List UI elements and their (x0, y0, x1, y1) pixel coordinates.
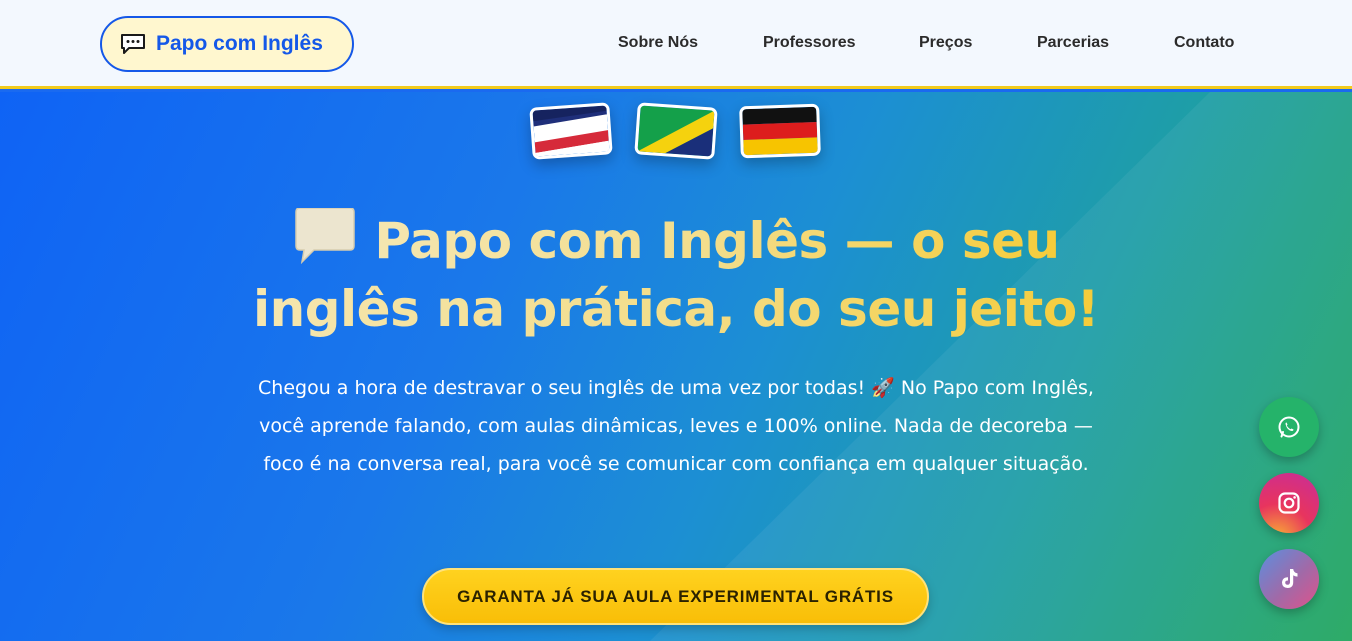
hero-subtitle: Chegou a hora de destravar o seu inglês … (258, 377, 1094, 475)
brazil-flag-icon (634, 102, 718, 160)
speech-bubble-icon (121, 34, 145, 54)
trial-class-cta-button[interactable]: GARANTA JÁ SUA AULA EXPERIMENTAL GRÁTIS (422, 568, 929, 625)
instagram-button[interactable] (1259, 473, 1319, 533)
hero-headline: Papo com Inglês — o seu inglês na prátic… (176, 207, 1176, 343)
headline-line-1: Papo com Inglês — o seu (374, 212, 1060, 270)
whatsapp-button[interactable] (1259, 397, 1319, 457)
logo-text: Papo com Inglês (156, 32, 323, 55)
flags-row (0, 102, 1352, 160)
nav-precos[interactable]: Preços (919, 34, 972, 52)
nav-contato[interactable]: Contato (1174, 34, 1234, 52)
hero-section: Papo com Inglês — o seu inglês na prátic… (0, 92, 1352, 641)
headline-line-2: inglês na prática, do seu jeito! (253, 280, 1099, 338)
speech-balloon-icon (295, 208, 356, 264)
site-header: Papo com Inglês Sobre Nós Professores Pr… (0, 0, 1352, 89)
hero-diagonal-decoration (650, 92, 1352, 641)
nav-sobre-nos[interactable]: Sobre Nós (618, 34, 698, 52)
tiktok-button[interactable] (1259, 549, 1319, 609)
united-states-flag-icon (529, 102, 613, 160)
nav-parcerias[interactable]: Parcerias (1037, 34, 1109, 52)
germany-flag-icon (739, 103, 821, 159)
logo-button[interactable]: Papo com Inglês (100, 16, 354, 72)
whatsapp-icon (1278, 416, 1300, 438)
nav-professores[interactable]: Professores (763, 34, 856, 52)
tiktok-icon (1282, 569, 1298, 588)
instagram-icon (1278, 492, 1300, 514)
